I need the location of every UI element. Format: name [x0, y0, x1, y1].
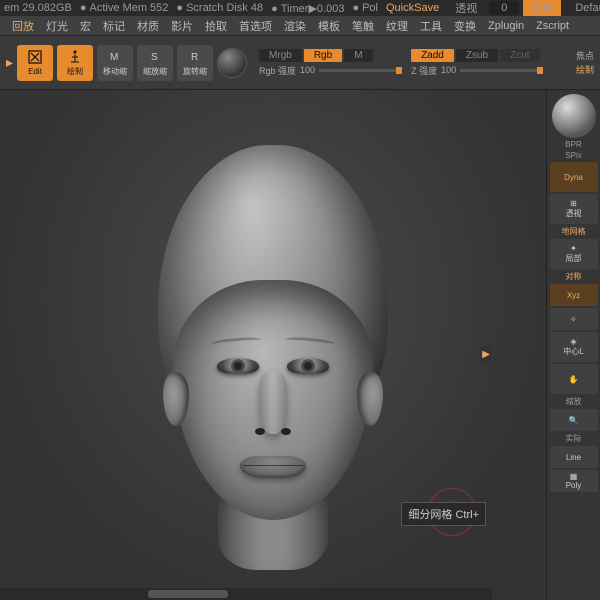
move-button[interactable]: M 移动缩 — [97, 45, 133, 81]
timer: Timer▶0.003 — [271, 2, 344, 15]
render-preview[interactable] — [552, 94, 596, 138]
menu-stencil[interactable]: 模板 — [312, 16, 346, 36]
menu-movie[interactable]: 影片 — [165, 16, 199, 36]
zoom-label[interactable]: 缩放 — [550, 396, 598, 407]
z-intensity-label: Z 强度 — [411, 64, 437, 77]
mrgb-mode[interactable]: Mrgb — [259, 49, 302, 62]
menu-button[interactable]: 菜单 — [523, 0, 561, 16]
toolbar: ▸ Edit 绘制 M 移动缩 S 缩放缩 R 旋转缩 Mrgb Rgb M R… — [0, 36, 600, 90]
perspective-label[interactable]: 透视 — [455, 0, 477, 16]
focus-label: 焦点 — [576, 49, 594, 62]
expand-icon[interactable]: ▸ — [6, 54, 13, 71]
line-button[interactable]: Line — [550, 446, 598, 468]
scale-icon: S — [147, 48, 163, 64]
menu-texture[interactable]: 纹理 — [380, 16, 414, 36]
menu-stroke[interactable]: 笔触 — [346, 16, 380, 36]
hand-icon: ✋ — [569, 375, 579, 384]
active-mem: Active Mem 552 — [80, 2, 169, 14]
menu-render[interactable]: 渲染 — [278, 16, 312, 36]
perspective-button[interactable]: ⊞透视 — [550, 194, 598, 224]
draw-icon — [67, 48, 83, 64]
rotate-icon: R — [187, 48, 203, 64]
menu-marker[interactable]: 标记 — [97, 16, 131, 36]
menu-macro[interactable]: 宏 — [74, 16, 97, 36]
svg-text:M: M — [110, 52, 118, 63]
scale-button[interactable]: S 缩放缩 — [137, 45, 173, 81]
poly-button[interactable]: ▦Poly — [550, 470, 598, 492]
z-intensity-slider[interactable] — [460, 69, 540, 72]
main-menu: 回放 灯光 宏 标记 材质 影片 拾取 首选项 渲染 模板 笔触 纹理 工具 变… — [0, 16, 600, 36]
scratch-disk: Scratch Disk 48 — [176, 2, 263, 14]
paint-label: 绘制 — [576, 63, 594, 76]
menu-preferences[interactable]: 首选项 — [233, 16, 278, 36]
axis-button[interactable]: ✧ — [550, 308, 598, 330]
rgb-intensity-label: Rgb 强度 — [259, 64, 296, 77]
rgb-intensity-value: 100 — [300, 65, 315, 75]
zadd-mode[interactable]: Zadd — [411, 49, 454, 62]
menu-playback[interactable]: 回放 — [6, 16, 40, 36]
material-preview[interactable] — [217, 48, 247, 78]
viewport[interactable]: 细分网格 Ctrl+ ▶ — [0, 90, 546, 600]
profile-dropdown[interactable]: DefaultZSc — [569, 1, 600, 15]
svg-text:R: R — [191, 52, 198, 63]
draw-button[interactable]: 绘制 — [57, 45, 93, 81]
tooltip: 细分网格 Ctrl+ — [401, 502, 486, 526]
edit-button[interactable]: Edit — [17, 45, 53, 81]
polycount: Pol — [352, 2, 378, 14]
spix-label[interactable]: SPix — [550, 151, 598, 160]
zsub-mode[interactable]: Zsub — [456, 49, 498, 62]
status-bar: em 29.082GB Active Mem 552 Scratch Disk … — [0, 0, 600, 16]
actual-button[interactable]: 🔍 — [550, 409, 598, 431]
center-button[interactable]: ◈中心L — [550, 332, 598, 362]
frame-button[interactable]: ✋ — [550, 364, 598, 394]
z-intensity-value: 100 — [441, 65, 456, 75]
local-button[interactable]: ✦局部 — [550, 239, 598, 269]
free-mem: em 29.082GB — [4, 2, 72, 14]
rotate-button[interactable]: R 旋转缩 — [177, 45, 213, 81]
move-icon: M — [107, 48, 123, 64]
star-icon: ✦ — [570, 244, 577, 253]
menu-zplugin[interactable]: Zplugin — [482, 18, 530, 34]
right-shelf: BPR SPix Dyna ⊞透视 地网格 ✦局部 对称 Xyz ✧ ◈中心L … — [546, 90, 600, 600]
grid-icon: ⊞ — [570, 199, 577, 208]
quicksave-button[interactable]: QuickSave — [386, 2, 439, 14]
rgb-intensity-slider[interactable] — [319, 69, 399, 72]
rgb-mode[interactable]: Rgb — [304, 49, 342, 62]
dynamesh-button[interactable]: Dyna — [550, 162, 598, 192]
xyz-button[interactable]: Xyz — [550, 284, 598, 306]
menu-picker[interactable]: 拾取 — [199, 16, 233, 36]
actual-label: 实际 — [550, 433, 598, 444]
horizontal-scrollbar[interactable] — [0, 588, 492, 600]
menu-material[interactable]: 材质 — [131, 16, 165, 36]
bpr-label: BPR — [550, 140, 598, 149]
polyframe-icon: ▦ — [570, 472, 578, 481]
panel-expand-icon[interactable]: ▶ — [480, 345, 492, 364]
menu-transform[interactable]: 变换 — [448, 16, 482, 36]
symmetry-label[interactable]: 对称 — [550, 271, 598, 282]
zcut-mode[interactable]: Zcut — [500, 49, 539, 62]
m-mode[interactable]: M — [344, 49, 372, 62]
menu-zscript[interactable]: Zscript — [530, 18, 575, 34]
floor-label[interactable]: 地网格 — [550, 226, 598, 237]
center-icon: ◈ — [570, 337, 576, 346]
sculpt-mesh[interactable] — [113, 145, 433, 565]
magnify-icon: 🔍 — [569, 416, 579, 425]
axis-icon: ✧ — [570, 315, 577, 324]
svg-text:S: S — [151, 52, 158, 63]
menu-light[interactable]: 灯光 — [40, 16, 74, 36]
menu-tool[interactable]: 工具 — [414, 16, 448, 36]
perspective-value: 0 — [489, 1, 519, 15]
lasso-icon — [27, 49, 43, 65]
